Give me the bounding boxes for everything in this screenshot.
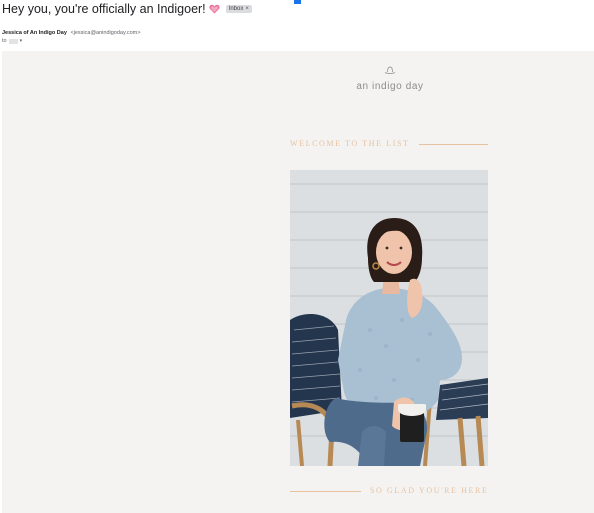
- closing-heading: SO GLAD YOU'RE HERE: [370, 486, 489, 495]
- inbox-label-text: Inbox: [228, 6, 244, 12]
- welcome-heading: WELCOME TO THE LIST: [290, 139, 410, 148]
- inbox-label-chip[interactable]: Inbox ×: [225, 5, 252, 13]
- sender-name[interactable]: Jessica of An Indigo Day: [2, 30, 67, 36]
- sender-email: <jessica@anindigoday.com>: [70, 30, 141, 36]
- sender-row: Jessica of An Indigo Day <jessica@anindi…: [2, 30, 140, 36]
- recipient-redacted: [8, 38, 18, 44]
- welcome-divider: [419, 144, 488, 145]
- recipient-row: to ▾: [2, 38, 22, 44]
- email-subject: Hey you, you're officially an Indigoer!: [2, 2, 206, 16]
- to-label: to: [2, 38, 7, 44]
- email-subject-row: Hey you, you're officially an Indigoer! …: [2, 2, 252, 16]
- author-photo: [290, 170, 488, 466]
- closing-divider: [290, 491, 361, 492]
- selection-marker: [294, 0, 301, 4]
- chevron-down-icon[interactable]: ▾: [20, 38, 23, 44]
- brand-name[interactable]: an indigo day: [352, 81, 428, 92]
- hat-icon: [384, 66, 396, 74]
- remove-label-icon[interactable]: ×: [245, 6, 249, 12]
- heart-emoji-icon: [209, 4, 220, 14]
